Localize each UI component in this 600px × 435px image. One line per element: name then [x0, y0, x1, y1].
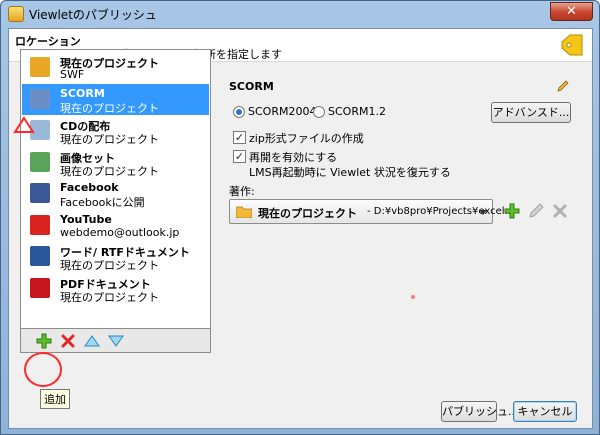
location-list[interactable]: 現在のプロジェクト SWF SCORM 現在のプロジェクト CDの配布 現在のプロジェクト… — [20, 49, 211, 329]
move-up-icon[interactable] — [83, 332, 101, 350]
location-item[interactable]: CDの配布 現在のプロジェクト — [22, 115, 209, 146]
location-item-name: YouTube — [60, 212, 112, 226]
delete-icon[interactable] — [59, 332, 77, 350]
scorm12-radio[interactable] — [313, 106, 325, 118]
edit-pencil-icon[interactable] — [556, 79, 570, 93]
location-item-sub: webdemo@outlook.jp — [60, 225, 180, 239]
youtube-icon — [30, 214, 50, 235]
scorm2004-label: SCORM2004 — [248, 105, 317, 118]
dropdown-arrow-icon — [479, 210, 487, 215]
location-item-sub: Facebookに公開 — [60, 196, 145, 209]
location-item-sub: 現在のプロジェクト — [60, 290, 159, 304]
scorm-icon — [30, 88, 50, 109]
location-item-name: SCORM — [60, 86, 105, 100]
close-button[interactable]: ✕ — [550, 2, 593, 21]
location-item[interactable]: SCORM 現在のプロジェクト — [22, 83, 209, 115]
location-item[interactable]: 画像セット 現在のプロジェクト — [22, 147, 209, 178]
folder-icon — [236, 206, 252, 218]
add-icon[interactable] — [35, 332, 53, 350]
scorm12-label: SCORM1.2 — [328, 105, 386, 118]
remove-author-icon[interactable] — [552, 203, 568, 219]
location-item-sub: 現在のプロジェクト — [60, 101, 159, 115]
advanced-button[interactable]: アドバンスド... — [491, 102, 571, 123]
resume-note: LMS再起動時に Viewlet 状況を復元する — [249, 166, 451, 179]
tag-icon — [561, 34, 583, 56]
location-item[interactable]: PDFドキュメント 現在のプロジェクト — [22, 273, 209, 304]
title-bar[interactable]: Viewletのパブリッシュ ✕ — [1, 1, 599, 27]
location-item[interactable]: 現在のプロジェクト SWF — [22, 52, 209, 83]
publish-button[interactable]: パブリッシュ... — [441, 401, 519, 422]
location-item[interactable]: YouTube webdemo@outlook.jp — [22, 210, 209, 241]
move-down-icon[interactable] — [107, 332, 125, 350]
viewlet-app-icon — [8, 6, 24, 22]
author-select[interactable]: 現在のプロジェクト - D:¥vb8pro¥Projects¥excel... — [229, 199, 514, 224]
word-icon — [30, 246, 50, 266]
author-select-path: - D:¥vb8pro¥Projects¥excel... — [367, 206, 515, 217]
scorm-section-title: SCORM — [229, 80, 274, 93]
cancel-button[interactable]: キャンセル — [513, 401, 577, 422]
add-author-icon[interactable] — [504, 203, 520, 219]
resume-label: 再開を有効にする — [249, 151, 338, 164]
location-item[interactable]: ワード/ RTFドキュメント 現在のプロジェクト — [22, 241, 209, 272]
window-title: Viewletのパブリッシュ — [29, 8, 157, 22]
edit-author-icon[interactable] — [528, 203, 544, 219]
facebook-icon — [30, 183, 50, 203]
resume-checkbox[interactable]: ✓ — [233, 150, 246, 163]
annotation-triangle-icon — [13, 116, 35, 133]
location-item-sub: SWF — [60, 68, 85, 81]
pdf-icon — [30, 277, 50, 298]
zip-checkbox[interactable]: ✓ — [233, 131, 246, 144]
author-label: 著作: — [229, 185, 255, 198]
location-item-sub: 現在のプロジェクト — [60, 164, 159, 178]
location-item[interactable]: Facebook Facebookに公開 — [22, 178, 209, 209]
location-item-name: Facebook — [60, 181, 119, 194]
image-icon — [30, 151, 50, 172]
author-select-value: 現在のプロジェクト — [258, 207, 357, 220]
red-dot-marker — [411, 295, 415, 299]
annotation-circle — [24, 352, 62, 387]
scorm2004-radio[interactable] — [233, 106, 245, 118]
list-toolbar — [20, 329, 211, 353]
location-item-sub: 現在のプロジェクト — [60, 133, 159, 146]
location-item-sub: 現在のプロジェクト — [60, 259, 159, 272]
add-tooltip: 追加 — [40, 389, 70, 409]
zip-label: zip形式ファイルの作成 — [249, 132, 364, 145]
folder-icon — [30, 57, 50, 77]
